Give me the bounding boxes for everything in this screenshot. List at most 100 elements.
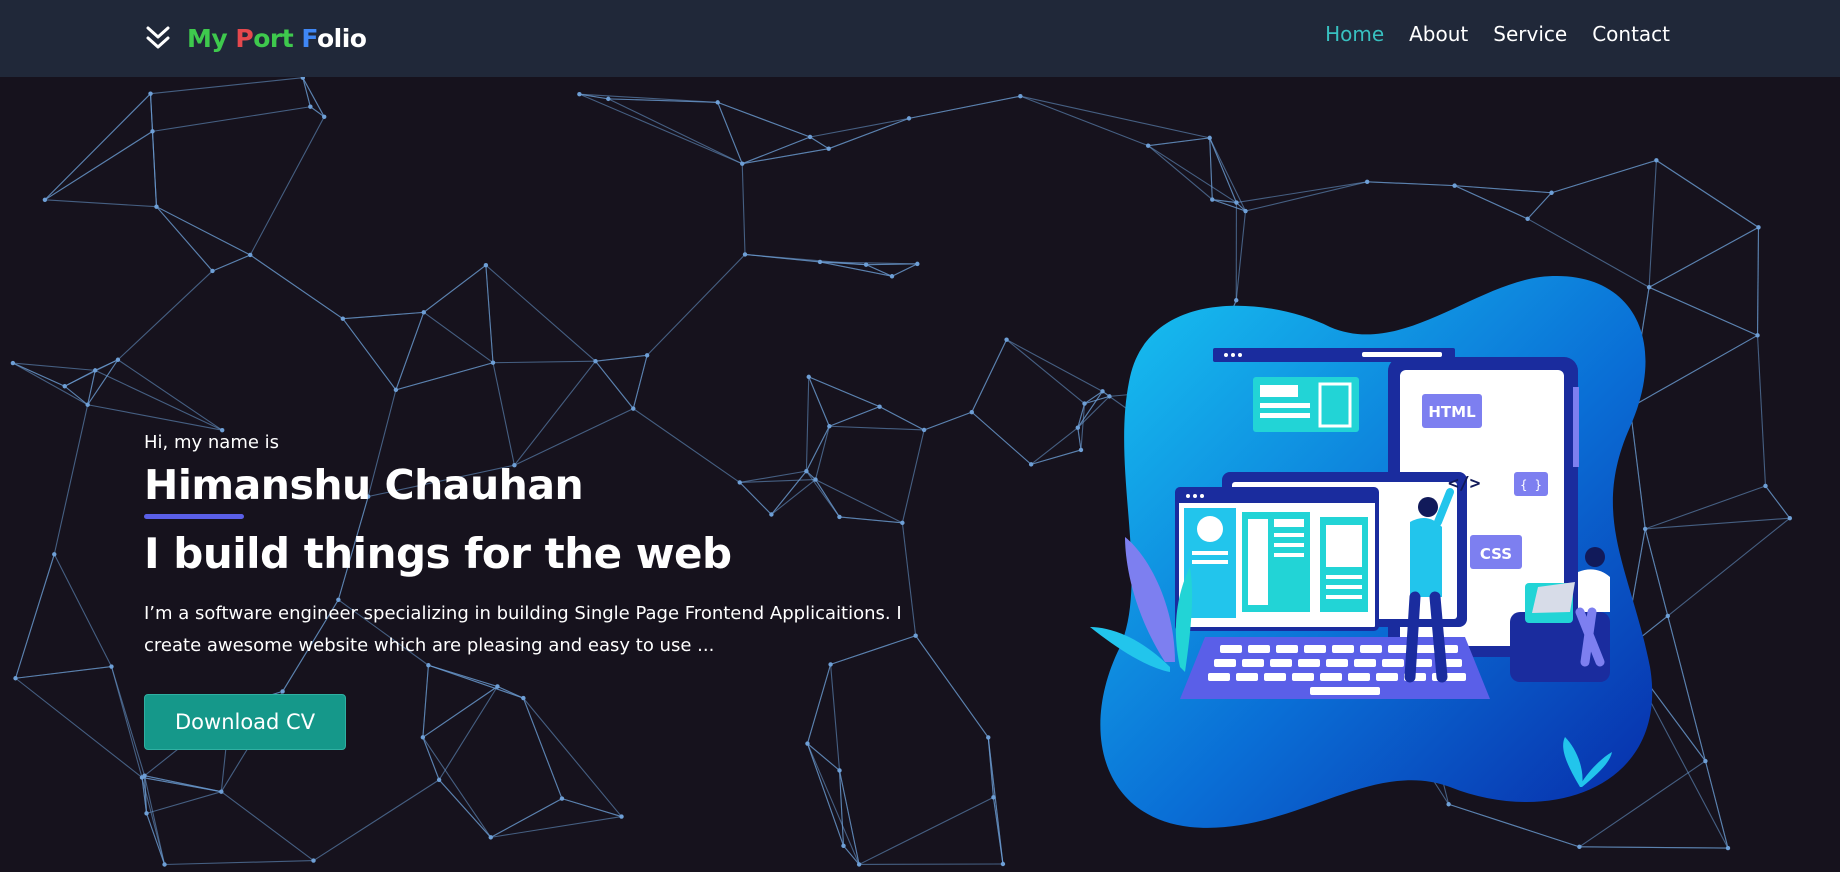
network-node	[1145, 143, 1151, 148]
network-node	[863, 262, 869, 267]
network-link	[152, 106, 311, 132]
network-link	[908, 95, 1021, 119]
network-link	[395, 362, 494, 391]
brand-letter: ort	[253, 23, 302, 53]
network-link	[806, 743, 860, 865]
network-link	[1579, 846, 1728, 849]
network-node	[817, 259, 823, 265]
network-link	[646, 254, 746, 356]
network-link	[485, 264, 596, 362]
network-node	[148, 91, 153, 96]
network-node	[210, 268, 215, 274]
brand-logo[interactable]: My Port Folio	[145, 18, 367, 58]
network-link	[879, 406, 925, 431]
network-link	[865, 264, 893, 277]
network-node	[421, 310, 426, 315]
network-link	[561, 798, 622, 818]
brand-letter: F	[301, 23, 317, 53]
network-node	[490, 360, 496, 365]
network-link	[1245, 181, 1368, 212]
network-node	[644, 353, 650, 358]
network-node	[1207, 135, 1212, 141]
network-node	[915, 261, 920, 267]
network-link	[15, 554, 55, 679]
nav-item-contact[interactable]: Contact	[1592, 22, 1670, 46]
network-node	[877, 404, 882, 409]
network-node	[826, 146, 831, 151]
network-link	[1147, 145, 1213, 200]
network-node	[969, 409, 974, 415]
network-link	[1667, 517, 1791, 617]
developer-illustration: HTML { } CSS </>	[1070, 267, 1670, 847]
nav-item-service[interactable]: Service	[1493, 22, 1567, 46]
network-link	[15, 665, 112, 679]
network-link	[1756, 335, 1767, 487]
network-node	[1210, 197, 1215, 202]
network-link	[423, 311, 494, 364]
network-link	[117, 359, 223, 431]
network-link	[141, 776, 222, 793]
network-link	[150, 77, 303, 95]
greeting-text: Hi, my name is	[144, 432, 280, 453]
brand-name: My Port Folio	[187, 23, 367, 53]
network-node	[606, 96, 611, 102]
network-link	[595, 354, 648, 362]
network-node	[1755, 333, 1760, 338]
network-link	[595, 360, 634, 409]
html-badge-label: HTML	[1428, 403, 1476, 421]
network-link	[249, 254, 344, 320]
network-link	[44, 199, 157, 208]
network-node	[52, 552, 57, 557]
network-link	[53, 554, 112, 667]
network-link	[1756, 227, 1760, 336]
network-link	[395, 312, 425, 391]
network-node	[856, 862, 862, 867]
css-badge-label: CSS	[1480, 545, 1512, 563]
network-link	[12, 362, 88, 406]
network-node	[906, 116, 912, 121]
network-node	[483, 262, 489, 268]
network-link	[828, 117, 910, 150]
network-node	[559, 796, 565, 801]
network-link	[156, 206, 213, 272]
network-link	[117, 270, 213, 361]
network-link	[741, 163, 746, 255]
network-link	[742, 136, 811, 165]
nav-item-home[interactable]: Home	[1325, 22, 1384, 46]
network-link	[1551, 159, 1657, 194]
network-link	[608, 98, 743, 165]
network-node	[1549, 190, 1554, 195]
network-node	[248, 252, 253, 258]
network-link	[915, 635, 989, 738]
hero-tagline: I build things for the web	[144, 529, 732, 579]
network-link	[1209, 137, 1213, 200]
network-link	[212, 254, 251, 272]
network-node	[92, 368, 98, 373]
brand-letter: P	[235, 23, 254, 53]
network-link	[891, 263, 918, 277]
code-symbol: </>	[1448, 473, 1481, 494]
network-link	[220, 791, 314, 862]
hero-intro: Hi, my name is Himanshu Chauhan I build …	[144, 432, 924, 750]
network-node	[488, 835, 493, 840]
network-link	[1704, 760, 1729, 849]
network-link	[302, 77, 325, 118]
network-link	[342, 311, 424, 320]
network-node	[1028, 462, 1034, 467]
braces-badge-label: { }	[1520, 478, 1542, 492]
download-cv-button[interactable]: Download CV	[144, 693, 347, 750]
network-node	[1452, 183, 1457, 188]
network-link	[579, 93, 718, 103]
network-node	[806, 374, 811, 380]
network-node	[631, 406, 636, 411]
network-node	[1243, 208, 1248, 214]
network-link	[809, 117, 910, 138]
nav-item-about[interactable]: About	[1409, 22, 1468, 46]
network-link	[1527, 192, 1552, 220]
network-node	[1787, 515, 1793, 521]
network-node	[322, 114, 327, 120]
network-link	[1020, 95, 1149, 147]
network-link	[1765, 485, 1791, 519]
network-node	[1703, 758, 1708, 764]
network-node	[807, 134, 813, 140]
